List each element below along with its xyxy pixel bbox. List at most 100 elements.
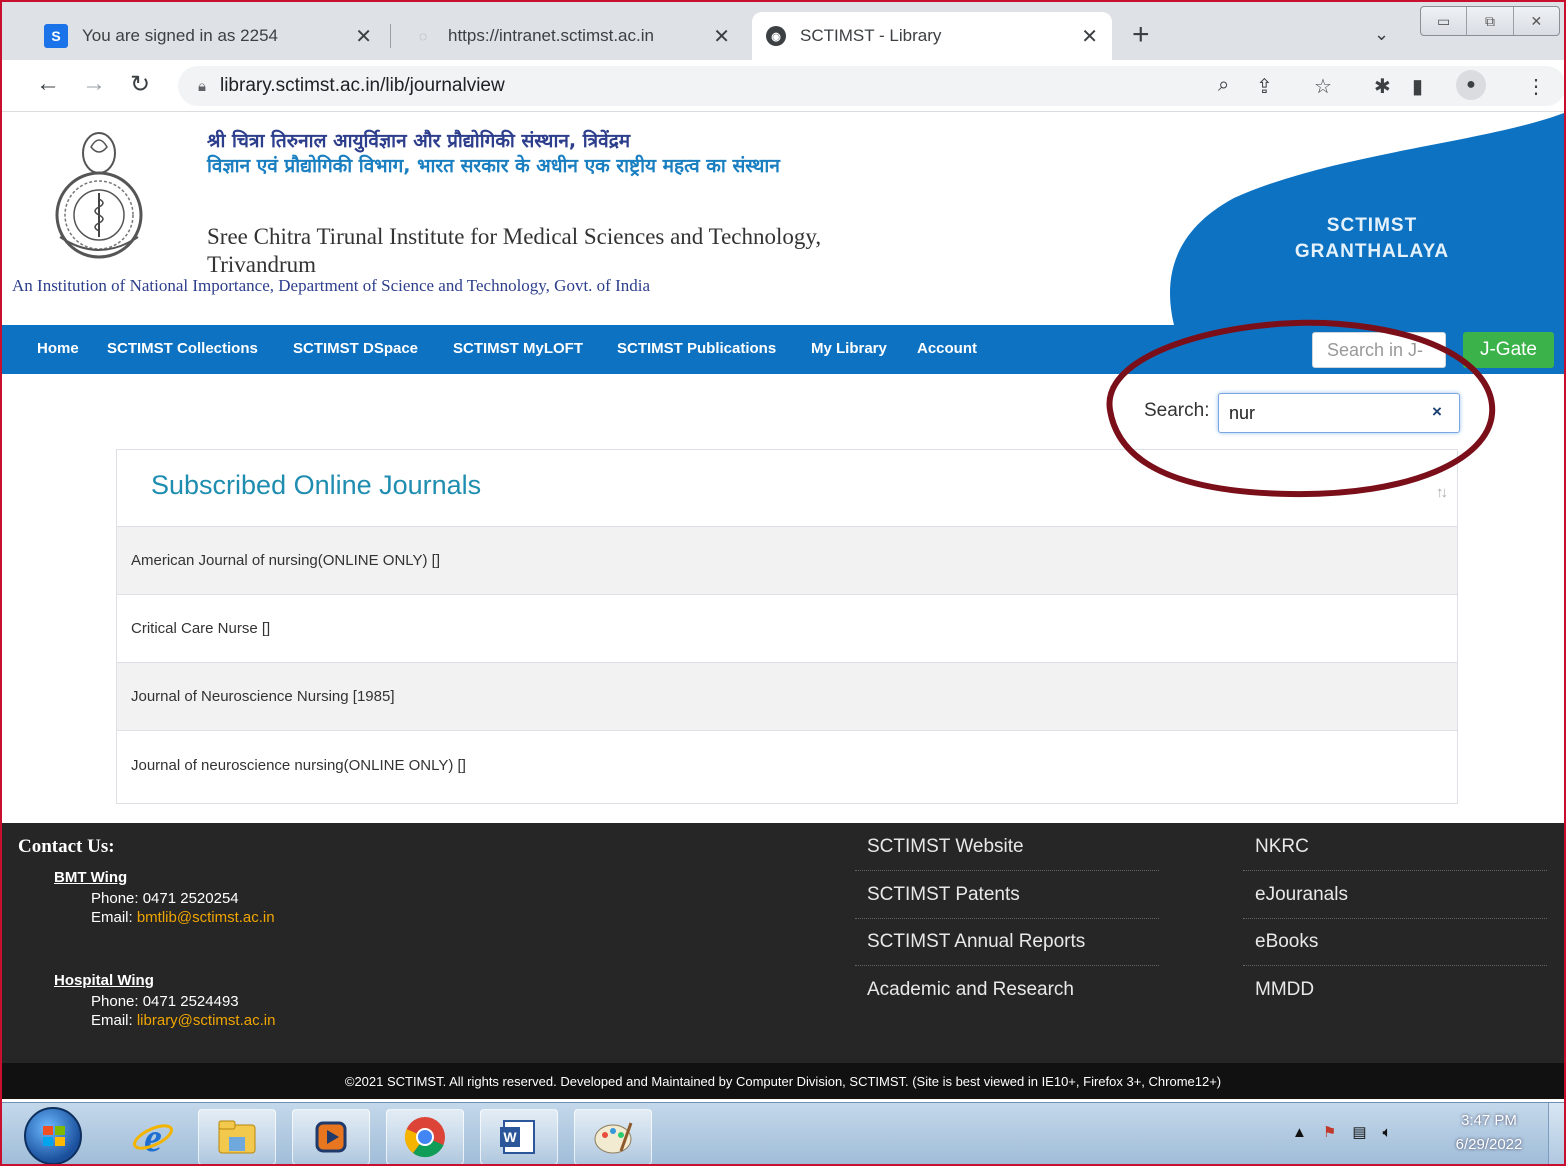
nav-account[interactable]: Account: [917, 340, 977, 357]
tab-search-chevron-icon[interactable]: ⌄: [1374, 24, 1389, 45]
url-text[interactable]: library.sctimst.ac.in/lib/journalview: [220, 75, 505, 97]
nav-sctimst-dspace[interactable]: SCTIMST DSpace: [293, 340, 418, 357]
back-arrow-icon[interactable]: ←: [36, 70, 60, 98]
system-tray: ▲ ⚑ ▤ 🔈︎: [1292, 1123, 1392, 1142]
chrome-icon[interactable]: [386, 1109, 464, 1165]
close-tab-icon[interactable]: ✕: [355, 24, 372, 49]
footer-divider: [855, 870, 1159, 871]
nav-sctimst-publications[interactable]: SCTIMST Publications: [617, 340, 776, 357]
close-window-icon[interactable]: ✕: [1514, 7, 1559, 35]
email-label: Email:: [91, 1012, 137, 1029]
tab-strip: S You are signed in as 2254 ✕ ◌ https://…: [2, 2, 1564, 60]
journal-list: American Journal of nursing(ONLINE ONLY)…: [117, 527, 1457, 799]
email-label: Email:: [91, 909, 137, 926]
address-bar[interactable]: 🔒︎ library.sctimst.ac.in/lib/journalview: [178, 66, 1566, 106]
nav-sctimst-myloft[interactable]: SCTIMST MyLOFT: [453, 340, 583, 357]
site-footer: Contact Us: BMT Wing Phone: 0471 2520254…: [2, 823, 1564, 1099]
footer-divider: [1243, 918, 1547, 919]
footer-link-academic[interactable]: Academic and Research: [867, 979, 1074, 1009]
footer-link-website[interactable]: SCTIMST Website: [867, 836, 1024, 866]
forward-arrow-icon[interactable]: →: [82, 70, 106, 98]
institute-tagline: An Institution of National Importance, D…: [12, 276, 651, 295]
footer-link-ebooks[interactable]: eBooks: [1255, 931, 1318, 961]
svg-text:W: W: [503, 1129, 517, 1145]
journals-panel: Subscribed Online Journals ↑↓ American J…: [116, 449, 1458, 804]
reload-icon[interactable]: ↻: [130, 70, 150, 99]
footer-divider: [1243, 870, 1547, 871]
side-panel-icon[interactable]: ▮: [1412, 74, 1423, 99]
journal-row[interactable]: American Journal of nursing(ONLINE ONLY)…: [117, 527, 1457, 595]
start-button[interactable]: [24, 1107, 82, 1165]
nav-home[interactable]: Home: [37, 340, 79, 357]
journal-search-input[interactable]: [1218, 393, 1460, 433]
jgate-search-input[interactable]: Search in J-: [1312, 332, 1446, 368]
journal-row[interactable]: Critical Care Nurse []: [117, 595, 1457, 663]
network-icon[interactable]: ▤: [1352, 1123, 1366, 1141]
close-tab-icon[interactable]: ✕: [713, 24, 730, 49]
sort-icon[interactable]: ↑↓: [1436, 484, 1448, 501]
journal-row[interactable]: Journal of Neuroscience Nursing [1985]: [117, 663, 1457, 731]
hospital-wing-link[interactable]: Hospital Wing: [54, 972, 154, 989]
hindi-institute-name: श्री चित्रा तिरुनाल आयुर्विज्ञान और प्रौ…: [207, 130, 631, 152]
tray-expand-icon[interactable]: ▲: [1292, 1124, 1307, 1141]
volume-icon[interactable]: 🔈︎: [1383, 1124, 1392, 1141]
hospital-phone: Phone: 0471 2524493: [91, 993, 239, 1010]
brand-line-2: GRANTHALAYA: [1294, 241, 1450, 262]
institute-emblem-icon: [55, 132, 143, 259]
footer-link-annual-reports[interactable]: SCTIMST Annual Reports: [867, 931, 1085, 961]
clock-date: 6/29/2022: [1455, 1136, 1523, 1153]
panel-title: Subscribed Online Journals: [151, 470, 482, 500]
clock-time: 3:47 PM: [1461, 1112, 1517, 1129]
tab-separator: [390, 24, 391, 48]
footer-divider: [855, 918, 1159, 919]
nav-my-library[interactable]: My Library: [811, 340, 887, 357]
loading-favicon-icon: ◌: [418, 28, 428, 44]
hospital-email-line: Email: library@sctimst.ac.in: [91, 1012, 275, 1029]
profile-avatar-icon[interactable]: ●: [1456, 70, 1486, 100]
close-tab-icon[interactable]: ✕: [1081, 24, 1098, 49]
tab-intranet[interactable]: ◌ https://intranet.sctimst.ac.in ✕: [398, 12, 744, 60]
footer-link-nkrc[interactable]: NKRC: [1255, 836, 1309, 866]
bmt-email-link[interactable]: bmtlib@sctimst.ac.in: [137, 909, 275, 926]
main-nav: Home SCTIMST Collections SCTIMST DSpace …: [2, 325, 1564, 374]
journal-row[interactable]: Journal of neuroscience nursing(ONLINE O…: [117, 731, 1457, 799]
paint-icon[interactable]: [574, 1109, 652, 1165]
lock-icon[interactable]: 🔒︎: [198, 78, 206, 95]
menu-kebab-icon[interactable]: ⋮: [1526, 74, 1546, 99]
bookmark-star-icon[interactable]: ☆: [1314, 74, 1332, 99]
show-desktop-button[interactable]: [1548, 1103, 1564, 1166]
windows-taskbar: e W ▲ ⚑ ▤ 🔈︎ 3:47 PM 6/29/2022: [2, 1102, 1564, 1166]
tab-signed-in[interactable]: S You are signed in as 2254 ✕: [30, 12, 386, 60]
windows-logo-icon: [43, 1126, 65, 1146]
footer-link-patents[interactable]: SCTIMST Patents: [867, 884, 1020, 914]
clear-search-icon[interactable]: ×: [1432, 402, 1442, 422]
file-explorer-icon[interactable]: [198, 1109, 276, 1165]
tab-title: SCTIMST - Library: [800, 26, 942, 45]
new-tab-icon[interactable]: +: [1132, 18, 1150, 52]
zoom-icon[interactable]: ⌕: [1218, 74, 1229, 97]
hospital-email-link[interactable]: library@sctimst.ac.in: [137, 1012, 276, 1029]
contact-title: Contact Us:: [18, 836, 115, 857]
nav-sctimst-collections[interactable]: SCTIMST Collections: [107, 340, 258, 357]
footer-link-mmdd[interactable]: MMDD: [1255, 979, 1314, 1009]
brand-line-1: SCTIMST: [1326, 215, 1418, 236]
svg-text:e: e: [144, 1115, 162, 1159]
window-controls: ▭ ⧉ ✕: [1420, 6, 1560, 36]
footer-link-ejournals[interactable]: eJouranals: [1255, 884, 1348, 914]
action-center-flag-icon[interactable]: ⚑: [1323, 1123, 1336, 1141]
media-player-icon[interactable]: [292, 1109, 370, 1165]
jgate-button[interactable]: J-Gate: [1463, 332, 1554, 368]
restore-icon[interactable]: ⧉: [1467, 7, 1514, 35]
minimize-icon[interactable]: ▭: [1421, 7, 1468, 35]
share-icon[interactable]: ⇪: [1256, 74, 1273, 99]
bmt-phone: Phone: 0471 2520254: [91, 890, 239, 907]
taskbar-clock[interactable]: 3:47 PM 6/29/2022: [1442, 1109, 1536, 1157]
bmt-email-line: Email: bmtlib@sctimst.ac.in: [91, 909, 275, 926]
footer-divider: [855, 965, 1159, 966]
tab-library-active[interactable]: ◉ SCTIMST - Library ✕: [752, 12, 1112, 60]
globe-favicon-icon: ◉: [766, 26, 786, 46]
extensions-puzzle-icon[interactable]: ✱: [1374, 74, 1391, 99]
bmt-wing-link[interactable]: BMT Wing: [54, 869, 127, 886]
word-icon[interactable]: W: [480, 1109, 558, 1165]
internet-explorer-icon[interactable]: e: [114, 1109, 192, 1165]
